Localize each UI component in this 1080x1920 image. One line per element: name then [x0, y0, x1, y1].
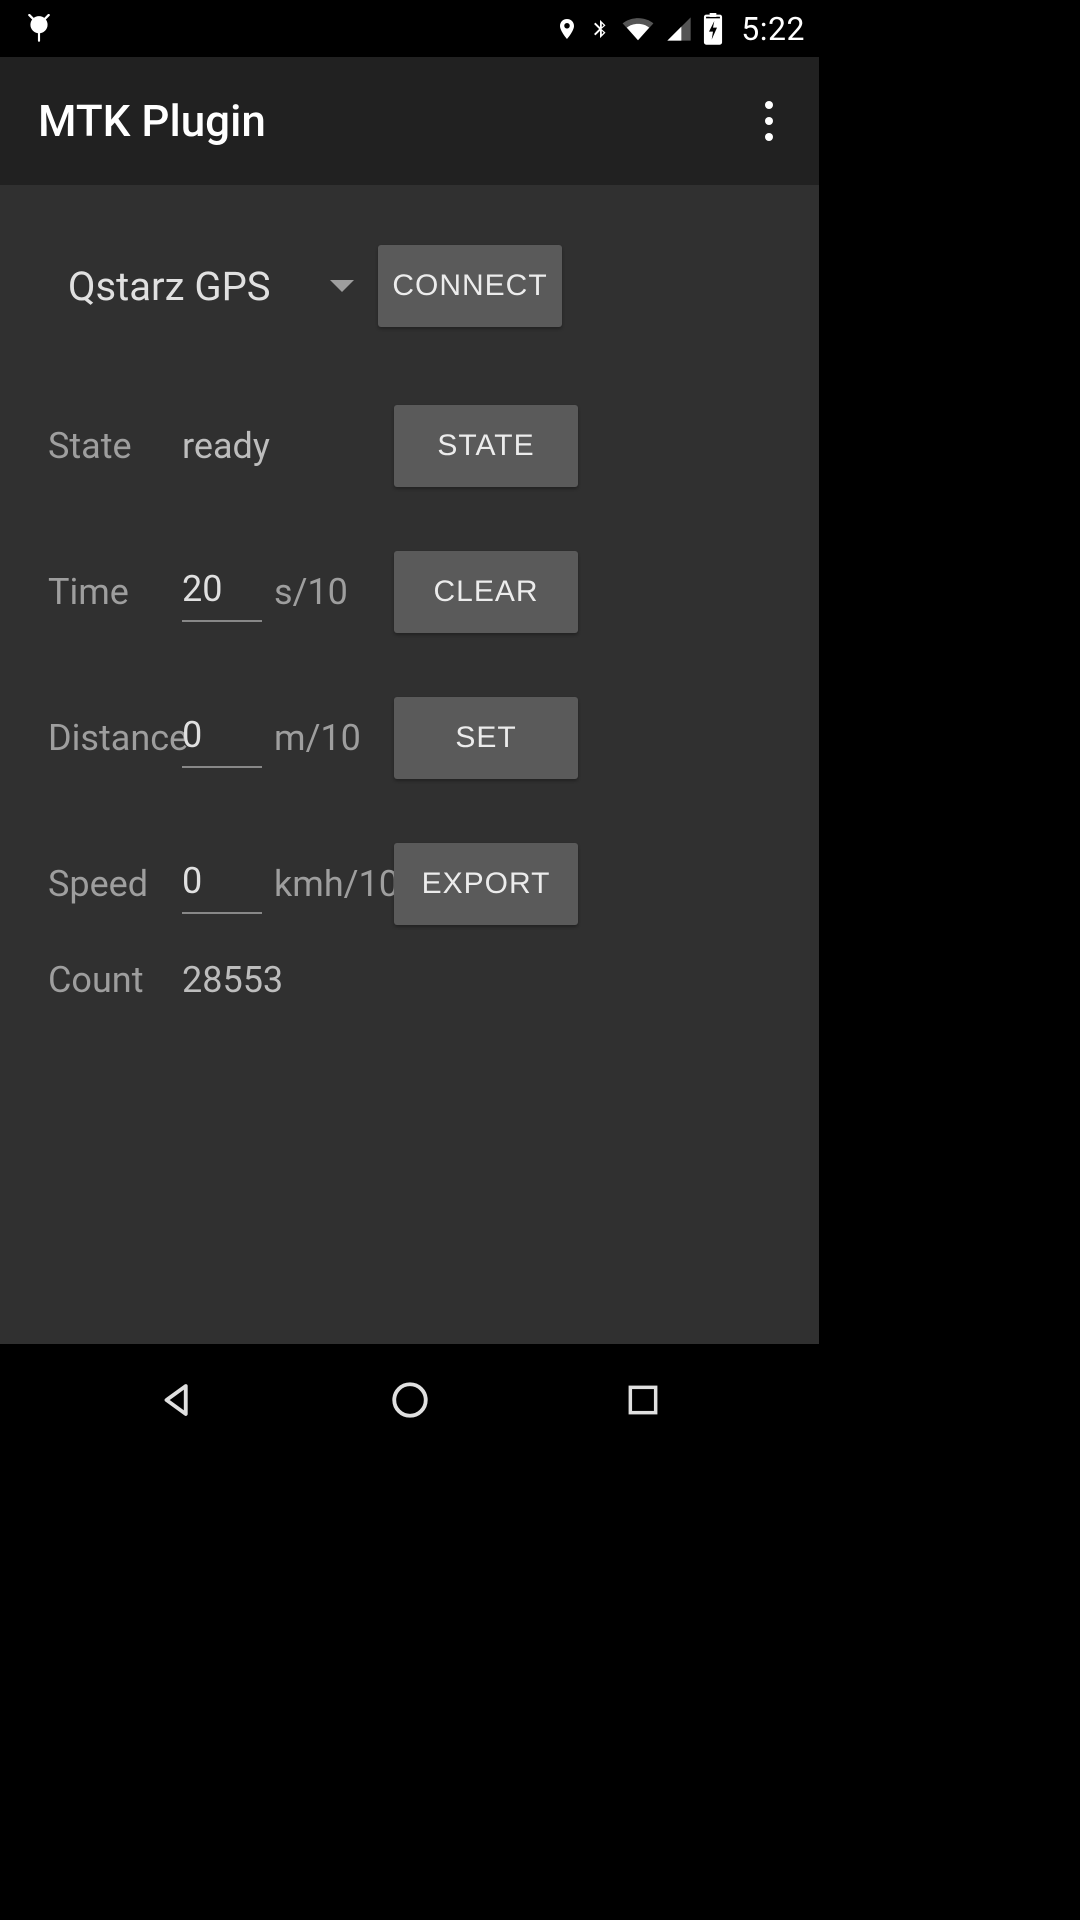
connect-button[interactable]: CONNECT — [378, 245, 562, 327]
recent-apps-button[interactable] — [613, 1370, 673, 1430]
battery-charging-icon — [703, 13, 723, 45]
count-label: Count — [48, 959, 182, 1001]
speed-input[interactable] — [182, 854, 262, 914]
count-value: 28553 — [182, 959, 771, 1001]
bluetooth-icon — [589, 13, 611, 45]
debug-icon — [26, 14, 52, 44]
time-label: Time — [48, 571, 182, 613]
back-button[interactable] — [147, 1370, 207, 1430]
chevron-down-icon — [330, 280, 354, 292]
location-icon — [555, 14, 579, 44]
home-button[interactable] — [380, 1370, 440, 1430]
speed-unit: kmh/10 — [274, 863, 394, 905]
wifi-icon — [621, 15, 655, 43]
speed-label: Speed — [48, 863, 182, 905]
device-spinner[interactable]: Qstarz GPS — [48, 254, 378, 319]
distance-unit: m/10 — [274, 717, 394, 759]
navigation-bar — [0, 1344, 819, 1456]
state-button[interactable]: STATE — [394, 405, 578, 487]
device-spinner-text: Qstarz GPS — [68, 263, 271, 310]
action-bar: MTK Plugin — [0, 57, 819, 185]
state-value: ready — [182, 425, 394, 467]
status-time: 5:22 — [741, 10, 805, 48]
time-input[interactable] — [182, 562, 262, 622]
distance-input[interactable] — [182, 708, 262, 768]
main-content: Qstarz GPS CONNECT State ready STATE Tim… — [0, 185, 819, 1344]
export-button[interactable]: EXPORT — [394, 843, 578, 925]
state-label: State — [48, 425, 182, 467]
distance-label: Distance — [48, 717, 182, 759]
signal-icon — [665, 15, 693, 43]
time-unit: s/10 — [274, 571, 394, 613]
clear-button[interactable]: CLEAR — [394, 551, 578, 633]
overflow-menu-button[interactable] — [749, 91, 789, 151]
status-bar: 5:22 — [0, 0, 819, 57]
app-title: MTK Plugin — [38, 95, 266, 147]
set-button[interactable]: SET — [394, 697, 578, 779]
